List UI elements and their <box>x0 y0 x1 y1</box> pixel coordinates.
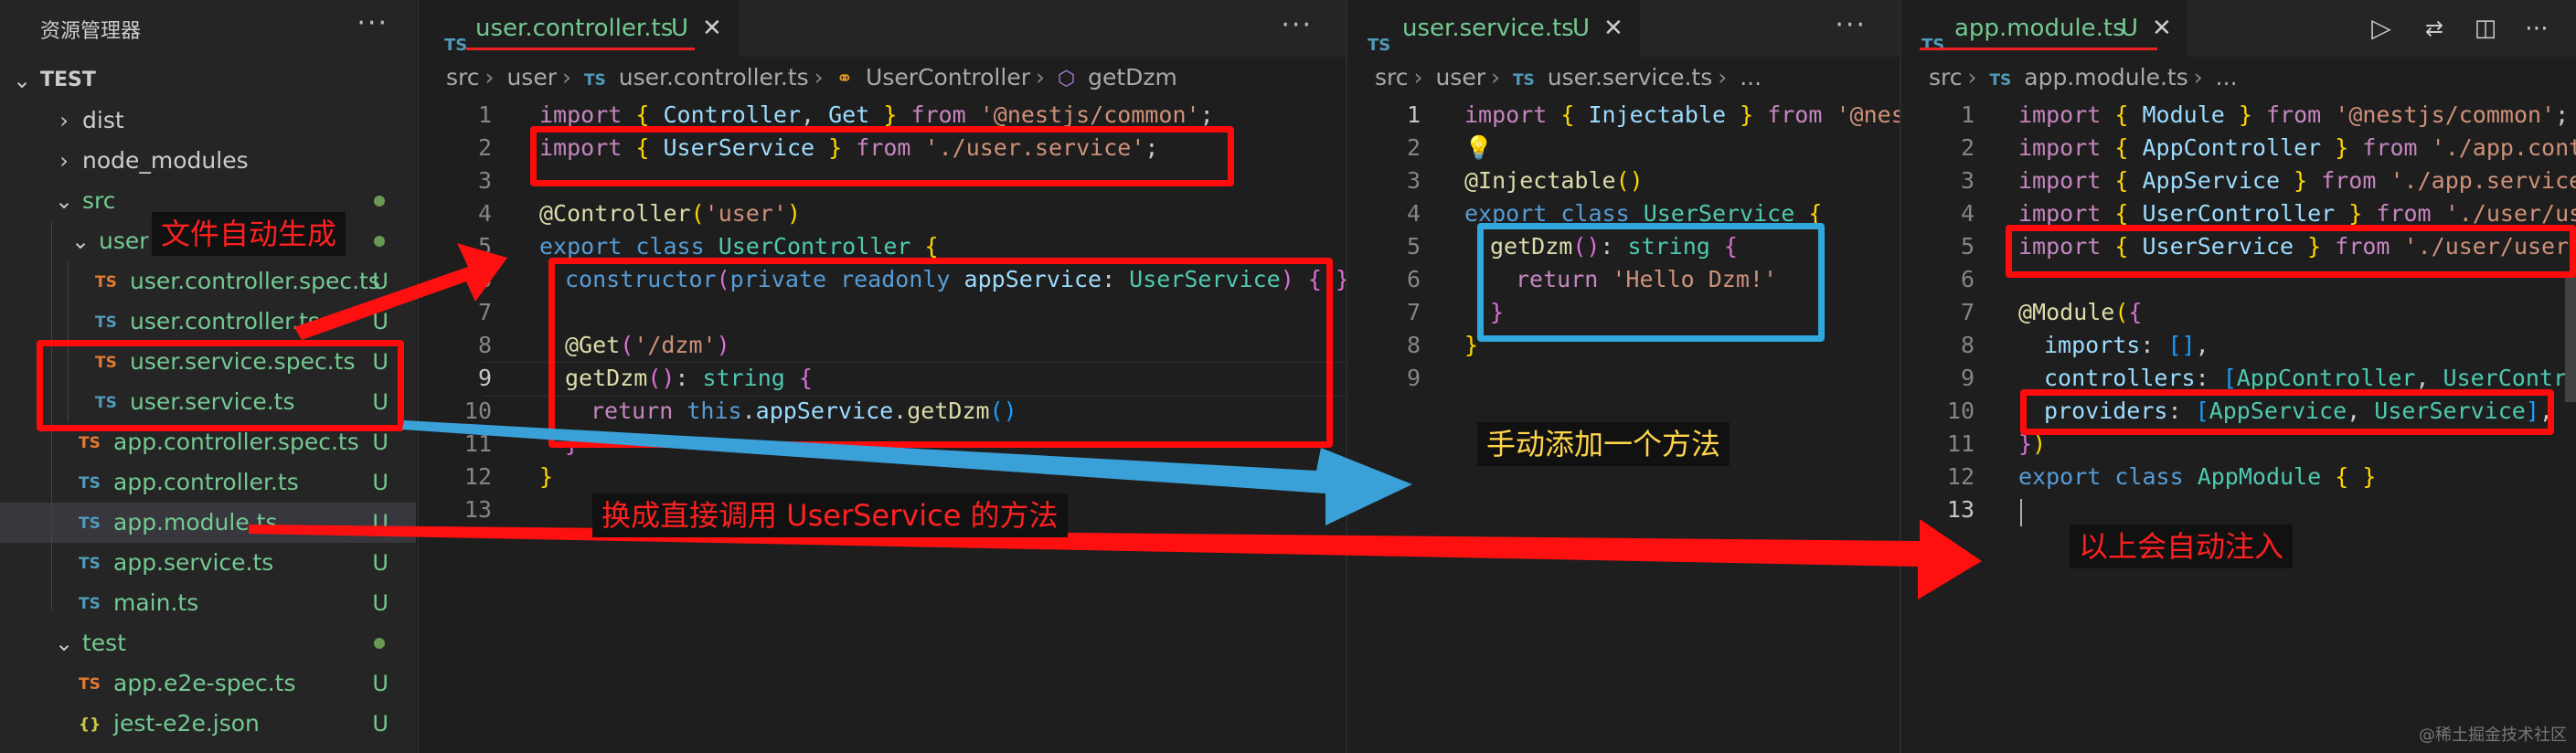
annotation-auto-generated: 文件自动生成 <box>152 212 346 256</box>
arrow-auto-inject <box>249 519 1982 599</box>
annotation-switch-call: 换成直接调用 UserService 的方法 <box>592 493 1068 537</box>
annotation-auto-inject: 以上会自动注入 <box>2070 525 2294 568</box>
watermark: @稀土掘金技术社区 <box>2419 726 2567 745</box>
annotation-manual-add: 手动添加一个方法 <box>1477 422 1730 466</box>
annotation-arrows <box>249 243 1982 599</box>
arrow-auto-generated <box>294 243 507 340</box>
